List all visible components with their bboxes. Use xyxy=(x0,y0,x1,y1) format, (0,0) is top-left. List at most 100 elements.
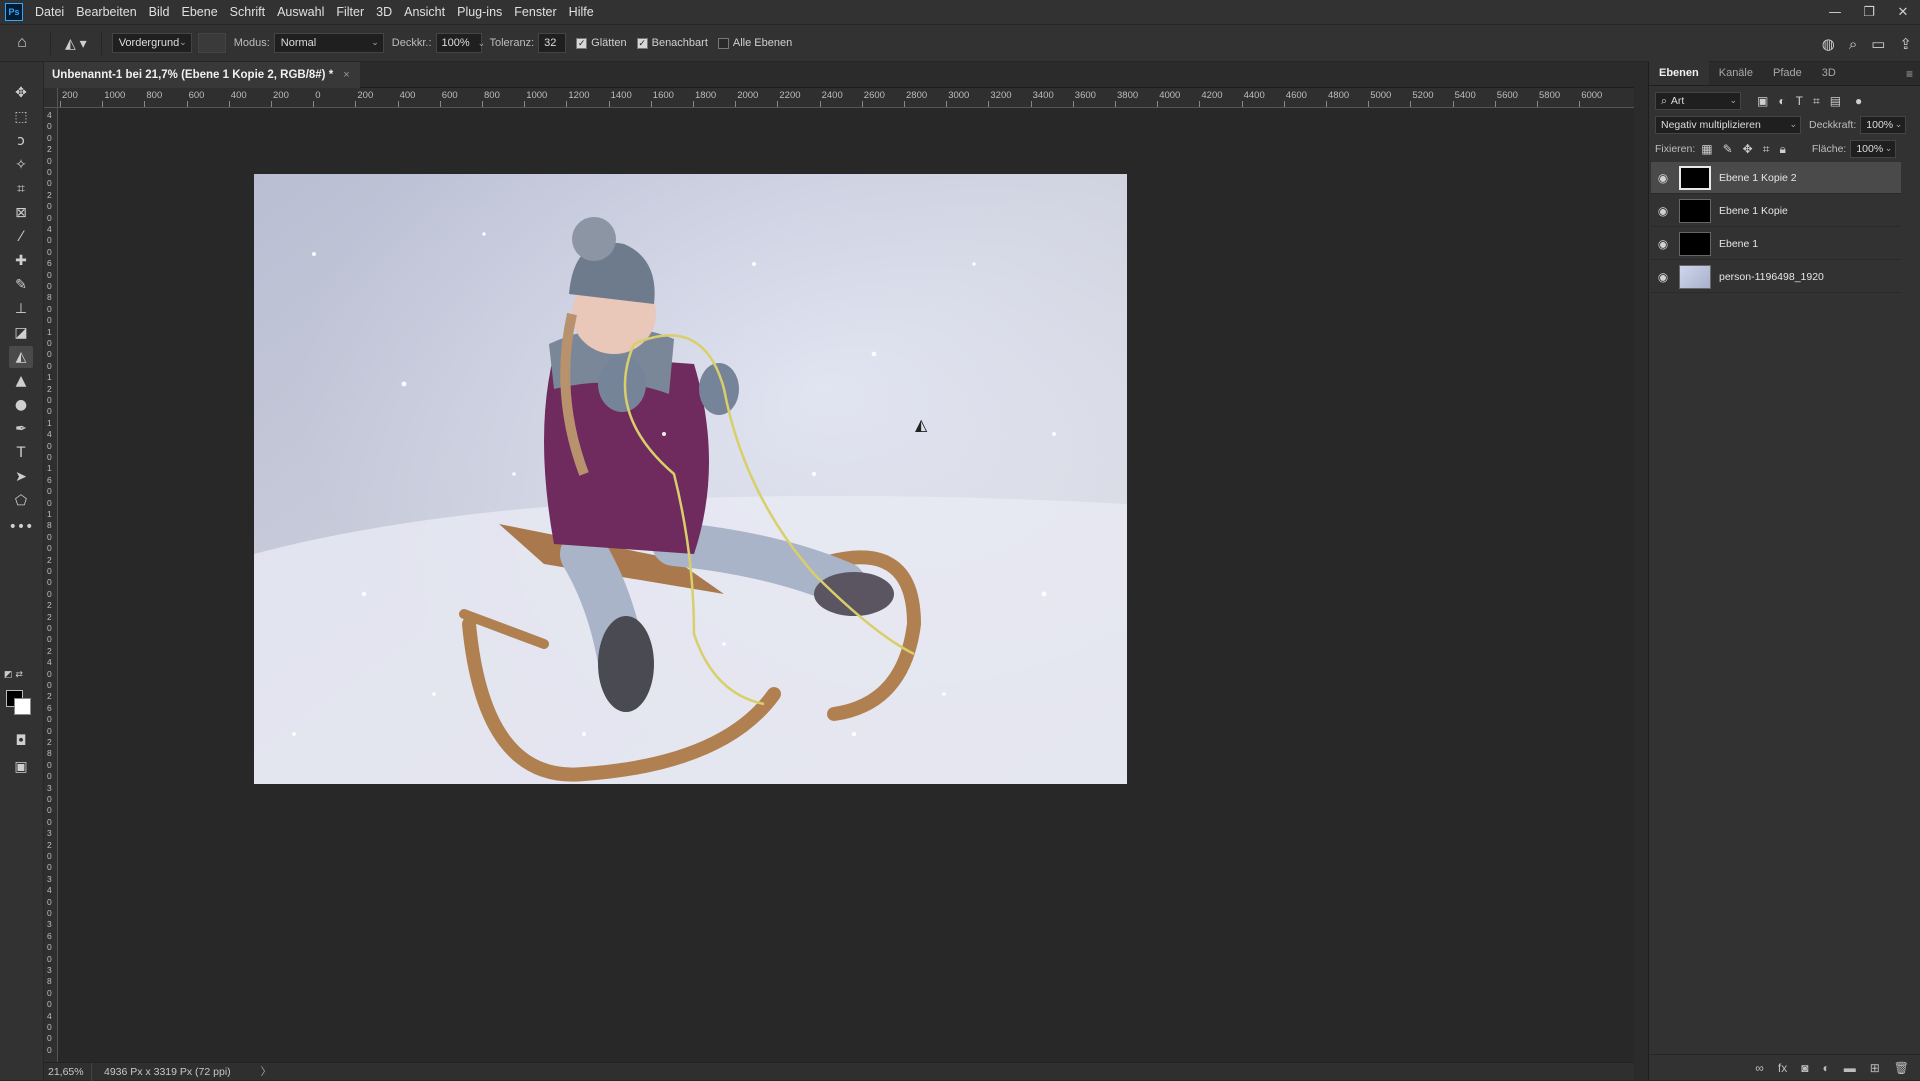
lock-position-icon[interactable]: ✥ xyxy=(1743,142,1753,156)
menu-schrift[interactable]: Schrift xyxy=(224,0,271,24)
dodge-tool-icon[interactable]: ● xyxy=(9,394,33,416)
filter-smart-object-icon[interactable]: ▤ xyxy=(1830,94,1841,108)
workspace-icon[interactable]: ▭ xyxy=(1871,35,1885,53)
home-icon[interactable]: ⌂ xyxy=(0,34,44,52)
shape-tool-icon[interactable]: ⬠ xyxy=(9,490,33,512)
menu-ansicht[interactable]: Ansicht xyxy=(398,0,451,24)
more-tools-icon[interactable]: ••• xyxy=(9,516,34,538)
menu-hilfe[interactable]: Hilfe xyxy=(563,0,600,24)
menu-plugins[interactable]: Plug-ins xyxy=(451,0,508,24)
pen-tool-icon[interactable]: ✒ xyxy=(9,418,33,440)
minimize-button[interactable]: — xyxy=(1818,0,1852,24)
layer-row[interactable]: ◉ Ebene 1 Kopie 2 xyxy=(1651,162,1901,194)
add-mask-icon[interactable]: ◙ xyxy=(1801,1061,1808,1075)
tab-3d[interactable]: 3D xyxy=(1812,61,1846,85)
paint-bucket-preset-icon[interactable]: ◭ ▾ xyxy=(65,35,87,52)
zoom-level[interactable]: 21,65% xyxy=(44,1062,92,1081)
eraser-tool-icon[interactable]: ◪ xyxy=(9,322,33,344)
fx-icon[interactable]: fx xyxy=(1778,1061,1787,1075)
visibility-eye-icon[interactable]: ◉ xyxy=(1651,204,1675,218)
magic-wand-tool-icon[interactable]: ✧ xyxy=(9,154,33,176)
sharpen-tool-icon[interactable]: ▲ xyxy=(9,370,33,392)
filter-adjustment-icon[interactable]: ◐ xyxy=(1778,94,1785,108)
layer-opacity-field[interactable]: 100% ⌄ xyxy=(1860,116,1907,134)
pattern-picker[interactable] xyxy=(197,33,226,53)
share-cloud-icon[interactable]: ◍ xyxy=(1822,35,1835,53)
panel-collapse-strip[interactable] xyxy=(1634,62,1648,1080)
blend-mode-dropdown[interactable]: Negativ multiplizieren ⌄ xyxy=(1655,116,1801,134)
quick-mask-icon[interactable]: ◘ xyxy=(9,730,33,752)
background-color-swatch[interactable] xyxy=(14,698,31,715)
tab-pfade[interactable]: Pfade xyxy=(1763,61,1812,85)
filter-pixel-icon[interactable]: ▣ xyxy=(1757,94,1768,108)
panel-menu-icon[interactable]: ≡ xyxy=(1906,67,1913,81)
document-tab[interactable]: Unbenannt-1 bei 21,7% (Ebene 1 Kopie 2, … xyxy=(44,62,360,88)
type-tool-icon[interactable]: T xyxy=(9,442,33,464)
vertical-ruler[interactable]: 4002000200400600800100012001400160018002… xyxy=(44,108,58,1062)
menu-bearbeiten[interactable]: Bearbeiten xyxy=(70,0,142,24)
marquee-tool-icon[interactable]: ⬚ xyxy=(9,106,33,128)
adjustment-layer-icon[interactable]: ◐ xyxy=(1822,1061,1829,1075)
mode-dropdown[interactable]: Normal ⌄ xyxy=(273,33,384,53)
ruler-corner[interactable] xyxy=(44,88,58,108)
lock-transparency-icon[interactable]: ▦ xyxy=(1701,142,1712,156)
tolerance-field[interactable]: 32 xyxy=(538,33,567,53)
tab-ebenen[interactable]: Ebenen xyxy=(1649,61,1709,85)
new-group-icon[interactable]: ▬ xyxy=(1844,1061,1856,1075)
menu-3d[interactable]: 3D xyxy=(370,0,398,24)
lasso-tool-icon[interactable]: ↄ xyxy=(9,130,33,152)
visibility-eye-icon[interactable]: ◉ xyxy=(1651,270,1675,284)
lock-all-icon[interactable]: 🔒︎ xyxy=(1780,142,1786,157)
filter-shape-icon[interactable]: ⌗ xyxy=(1813,94,1820,109)
filter-toggle-icon[interactable]: ● xyxy=(1855,94,1862,108)
visibility-eye-icon[interactable]: ◉ xyxy=(1651,171,1675,185)
layer-row[interactable]: ◉ Ebene 1 xyxy=(1651,228,1901,260)
menu-fenster[interactable]: Fenster xyxy=(508,0,562,24)
restore-button[interactable]: ❐ xyxy=(1852,0,1886,24)
menu-ebene[interactable]: Ebene xyxy=(176,0,224,24)
opacity-field[interactable]: 100% ⌄ xyxy=(435,33,485,53)
stamp-tool-icon[interactable]: ⊥ xyxy=(9,298,33,320)
ruler-tick xyxy=(1537,101,1538,107)
menu-bild[interactable]: Bild xyxy=(143,0,176,24)
move-tool-icon[interactable]: ✥ xyxy=(9,82,33,104)
new-layer-icon[interactable]: ⊞ xyxy=(1870,1061,1880,1075)
horizontal-ruler[interactable]: 200 1000 800 600 400 200 0 200 400 600 800 1000 1200… xyxy=(58,88,1634,108)
lock-pixels-icon[interactable]: ✎ xyxy=(1723,142,1733,156)
brush-tool-icon[interactable]: ✎ xyxy=(9,274,33,296)
filter-type-icon[interactable]: T xyxy=(1796,94,1803,108)
screen-mode-icon[interactable]: ▣ xyxy=(9,756,33,778)
visibility-eye-icon[interactable]: ◉ xyxy=(1651,237,1675,251)
contiguous-checkbox[interactable]: ✓ Benachbart xyxy=(636,37,708,49)
healing-brush-tool-icon[interactable]: ✚ xyxy=(9,250,33,272)
chevron-right-icon[interactable]: 〉 xyxy=(261,1064,272,1079)
all-layers-checkbox[interactable]: Alle Ebenen xyxy=(717,37,792,49)
close-tab-icon[interactable]: × xyxy=(343,69,349,81)
chevron-down-icon[interactable]: ⌄ xyxy=(478,38,486,49)
eyedropper-tool-icon[interactable]: ⁄ xyxy=(9,226,33,248)
menu-datei[interactable]: Datei xyxy=(29,0,70,24)
canvas-area[interactable]: ◭ xyxy=(58,108,1634,1062)
share-icon[interactable]: ⇪ xyxy=(1899,35,1912,53)
tab-kanaele[interactable]: Kanäle xyxy=(1709,61,1763,85)
fill-field[interactable]: 100% ⌄ xyxy=(1850,140,1897,158)
document-canvas-photo[interactable] xyxy=(254,174,1127,784)
frame-tool-icon[interactable]: ⊠ xyxy=(9,202,33,224)
layer-filter-dropdown[interactable]: ⌕ Art ⌄ xyxy=(1655,92,1741,110)
layer-row[interactable]: ◉ person-1196498_1920 xyxy=(1651,261,1901,293)
fill-source-dropdown[interactable]: Vordergrund ⌄ xyxy=(111,33,192,53)
crop-tool-icon[interactable]: ⌗ xyxy=(9,178,33,200)
close-button[interactable]: ✕ xyxy=(1886,0,1920,24)
default-colors-icon[interactable]: ◩ ⇄ xyxy=(4,670,23,680)
paint-bucket-tool-icon[interactable]: ◭ xyxy=(9,346,33,368)
ruler-tick-label: 8 xyxy=(47,292,52,303)
layer-row[interactable]: ◉ Ebene 1 Kopie xyxy=(1651,195,1901,227)
antialias-checkbox[interactable]: ✓ Glätten xyxy=(576,37,627,49)
link-layers-icon[interactable]: ∞ xyxy=(1755,1061,1764,1075)
search-icon[interactable]: ⌕ xyxy=(1849,36,1857,53)
menu-filter[interactable]: Filter xyxy=(330,0,370,24)
lock-artboard-icon[interactable]: ⌗ xyxy=(1763,142,1770,157)
delete-layer-icon[interactable]: 🗑︎ xyxy=(1894,1061,1909,1075)
menu-auswahl[interactable]: Auswahl xyxy=(271,0,330,24)
path-selection-tool-icon[interactable]: ➤ xyxy=(9,466,33,488)
